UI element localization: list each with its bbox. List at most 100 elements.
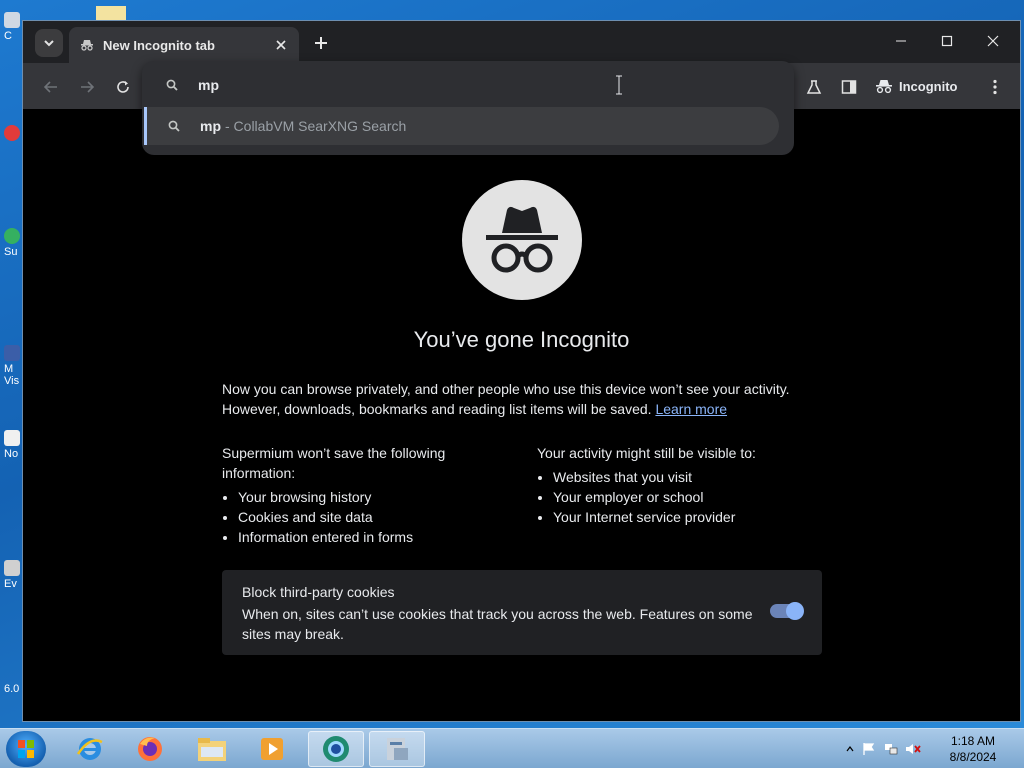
folder-icon[interactable] [96, 6, 126, 20]
maximize-button[interactable] [924, 21, 970, 61]
desktop-icon-label: No [4, 448, 19, 460]
omnibox-input-row[interactable]: mp [142, 65, 794, 105]
wont-save-list: Your browsing history Cookies and site d… [222, 487, 512, 547]
page-title: You’ve gone Incognito [413, 327, 630, 352]
system-tray [842, 729, 924, 768]
clock-time: 1:18 AM [950, 734, 996, 748]
taskbar-supermium[interactable] [308, 731, 364, 767]
desktop-icon-label: Ev [4, 578, 17, 590]
tab-title: New Incognito tab [103, 37, 215, 53]
volume-button[interactable] [902, 742, 924, 756]
maximize-icon [941, 35, 953, 47]
list-item: Cookies and site data [238, 507, 512, 527]
taskbar-file-explorer[interactable] [184, 731, 240, 767]
intro-line-1: Now you can browse privately, and other … [222, 381, 790, 397]
arrow-left-icon [44, 81, 57, 93]
still-visible-list: Websites that you visit Your employer or… [537, 467, 827, 527]
still-visible-heading: Your activity might still be visible to: [537, 445, 756, 461]
omnibox-suggestion[interactable]: mp - CollabVM SearXNG Search [144, 107, 779, 145]
list-item: Your browsing history [238, 487, 512, 507]
incognito-page: You’ve gone Incognito Now you can browse… [23, 109, 1020, 721]
suggestion-source: - CollabVM SearXNG Search [225, 118, 407, 134]
back-button[interactable] [37, 73, 65, 101]
desktop-icon-label: C [4, 30, 12, 42]
taskbar-media-player[interactable] [244, 731, 300, 767]
desktop-icon-no[interactable]: No [4, 430, 22, 460]
app-icon [4, 345, 20, 361]
desktop-icon-mvis[interactable]: M Vis [4, 345, 22, 387]
block-cookies-toggle[interactable] [770, 602, 804, 620]
new-tab-button[interactable] [309, 31, 333, 55]
still-visible-section: Your activity might still be visible to:… [537, 443, 827, 527]
list-item: Websites that you visit [553, 467, 827, 487]
network-button[interactable] [880, 742, 902, 756]
search-icon [166, 118, 182, 134]
app-icon [4, 560, 20, 576]
forward-button[interactable] [73, 73, 101, 101]
intro-line-2-text: However, downloads, bookmarks and readin… [222, 401, 652, 417]
desktop-icon-label: Su [4, 246, 18, 258]
incognito-icon [79, 37, 95, 53]
side-panel-button[interactable] [835, 73, 863, 101]
list-item: Information entered in forms [238, 527, 512, 547]
installer-icon [387, 738, 408, 760]
title-bar: New Incognito tab [23, 21, 1020, 63]
taskbar-installer[interactable] [369, 731, 425, 767]
close-icon [276, 40, 286, 50]
wont-save-heading: Supermium won’t save the following infor… [222, 445, 446, 481]
computer-icon [4, 12, 20, 28]
start-button[interactable] [6, 731, 46, 767]
close-window-button[interactable] [970, 21, 1016, 61]
action-center-button[interactable] [858, 742, 880, 756]
learn-more-link[interactable]: Learn more [655, 401, 727, 417]
volume-muted-icon [906, 744, 921, 754]
cookie-card-description: When on, sites can’t use cookies that tr… [242, 606, 753, 642]
desktop-icon-su[interactable]: Su [4, 228, 22, 258]
desktop-icon-label: M Vis [4, 363, 20, 387]
app-icon [4, 125, 20, 141]
taskbar-internet-explorer[interactable] [62, 731, 118, 767]
desktop-icon-version: 6.0 [4, 683, 22, 695]
internet-explorer-icon [76, 738, 103, 760]
text-cursor-icon [616, 75, 622, 95]
incognito-indicator[interactable]: Incognito [875, 72, 958, 100]
tab-close-button[interactable] [271, 35, 291, 55]
supermium-icon [323, 736, 349, 762]
media-player-icon [261, 738, 283, 760]
tab-new-incognito[interactable]: New Incognito tab [69, 27, 299, 63]
document-icon [4, 430, 20, 446]
minimize-button[interactable] [878, 21, 924, 61]
arrow-right-icon [81, 81, 94, 93]
taskbar-firefox[interactable] [122, 731, 178, 767]
search-icon [164, 77, 180, 93]
menu-button[interactable] [981, 73, 1009, 101]
close-icon [987, 35, 999, 47]
desktop-icon-label: 6.0 [4, 683, 20, 695]
intro-line-2: However, downloads, bookmarks and readin… [222, 399, 822, 419]
app-icon [4, 228, 20, 244]
toggle-knob [786, 602, 804, 620]
cookie-controls-card: Block third-party cookies When on, sites… [222, 570, 822, 655]
incognito-label: Incognito [899, 78, 958, 94]
cookie-card-title: Block third-party cookies [242, 584, 395, 600]
omnibox-input[interactable]: mp [198, 77, 219, 93]
minimize-icon [896, 40, 906, 42]
desktop-icon-computer[interactable]: C [4, 12, 22, 42]
flag-icon [863, 743, 875, 755]
taskbar: 1:18 AM 8/8/2024 [0, 728, 1024, 768]
incognito-hero-icon [462, 180, 582, 300]
reload-button[interactable] [109, 73, 137, 101]
desktop-icon-app-red[interactable] [4, 125, 22, 143]
tab-search-button[interactable] [35, 29, 63, 57]
desktop-icon-ev[interactable]: Ev [4, 560, 22, 590]
chevron-up-icon [846, 746, 854, 752]
folder-icon [198, 738, 226, 761]
reload-icon [117, 81, 129, 93]
side-panel-icon [841, 80, 857, 94]
show-hidden-icons-button[interactable] [842, 746, 858, 752]
more-vert-icon [993, 79, 997, 95]
list-item: Your employer or school [553, 487, 827, 507]
clock-date: 8/8/2024 [949, 750, 997, 764]
labs-button[interactable] [800, 73, 828, 101]
taskbar-clock[interactable]: 1:18 AM 8/8/2024 [938, 733, 1008, 765]
